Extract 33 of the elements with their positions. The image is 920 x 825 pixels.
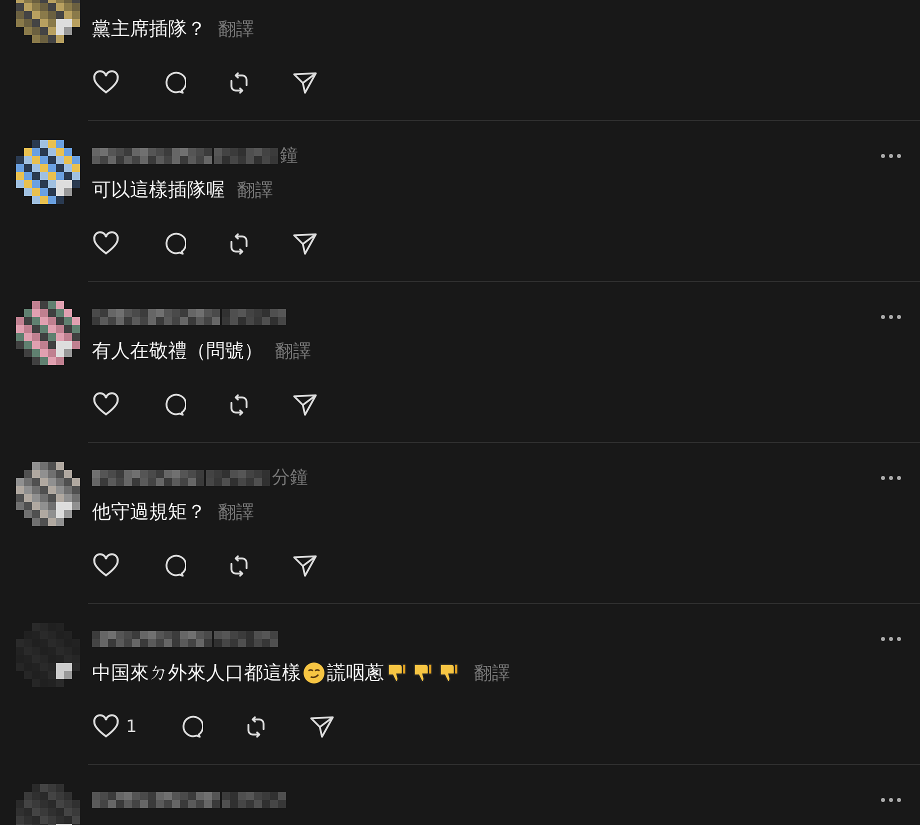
thumbs-down-icon bbox=[386, 662, 408, 684]
more-icon[interactable] bbox=[880, 153, 902, 159]
comment-text: 謊咽蔥 bbox=[327, 661, 384, 686]
translate-link[interactable]: 翻譯 bbox=[474, 661, 510, 685]
more-icon[interactable] bbox=[880, 797, 902, 803]
send-icon[interactable] bbox=[292, 70, 318, 96]
time-text: 鐘 bbox=[280, 147, 298, 165]
comment-text: 有人在敬禮（問號） bbox=[92, 339, 263, 364]
more-icon[interactable] bbox=[880, 636, 902, 642]
translate-link[interactable]: 翻譯 bbox=[218, 17, 254, 41]
pixelated-time-drawing bbox=[222, 792, 286, 808]
send-icon[interactable] bbox=[292, 392, 318, 418]
comment-text: 黨主席插隊？ bbox=[92, 17, 206, 42]
comment-text: 中国來ㄉ外來人口都這樣 bbox=[92, 661, 301, 686]
translate-link[interactable]: 翻譯 bbox=[237, 178, 273, 202]
pixelated-time-drawing bbox=[214, 631, 278, 647]
more-icon[interactable] bbox=[880, 314, 902, 320]
send-icon[interactable] bbox=[292, 231, 318, 257]
translate-link[interactable]: 翻譯 bbox=[218, 500, 254, 524]
pixelated-time-drawing bbox=[214, 148, 278, 164]
thumbs-down-icon bbox=[412, 662, 434, 684]
pixelated-time-drawing bbox=[206, 470, 270, 486]
comment-text: 可以這樣插隊喔 bbox=[92, 178, 225, 203]
like-count: 1 bbox=[126, 717, 137, 737]
send-icon[interactable] bbox=[308, 714, 335, 740]
more-icon[interactable] bbox=[880, 475, 902, 481]
pixelated-time-drawing bbox=[222, 309, 286, 325]
send-icon[interactable] bbox=[292, 553, 318, 579]
smirk-emoji-icon bbox=[303, 662, 325, 684]
translate-link[interactable]: 翻譯 bbox=[275, 339, 311, 363]
thumbs-down-icon bbox=[438, 662, 460, 684]
time-text: 分鐘 bbox=[272, 469, 308, 487]
comment-text: 他守過規矩？ bbox=[92, 500, 206, 525]
